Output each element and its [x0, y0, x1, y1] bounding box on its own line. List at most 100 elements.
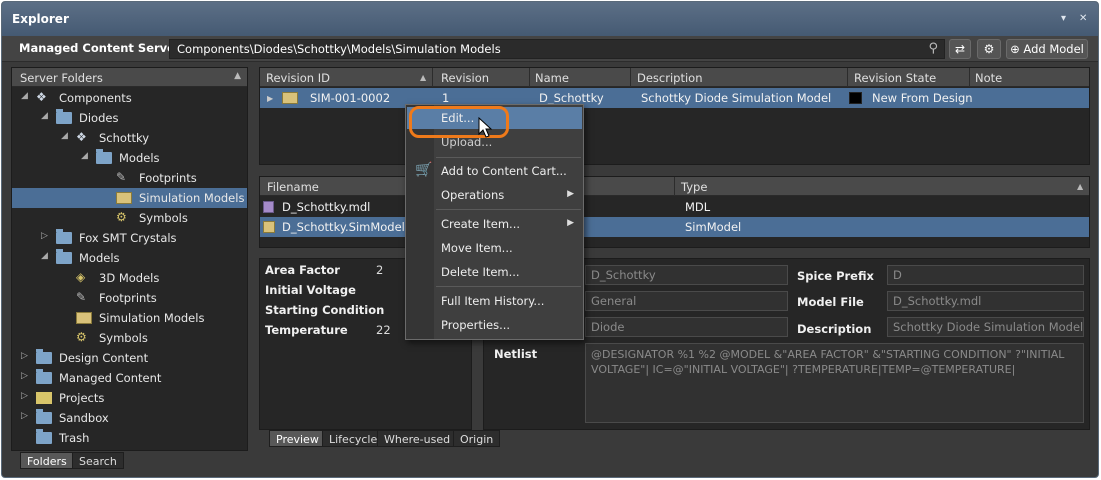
model-kind-field[interactable]: General	[585, 291, 788, 311]
tree-item-trash[interactable]: Trash	[12, 428, 247, 448]
model-name-field[interactable]: D_Schottky	[585, 265, 788, 285]
file-row[interactable]: D_Schottky.SimModel SimModel	[260, 217, 1089, 237]
description-value: Schottky Diode Simulation Model	[893, 320, 1084, 334]
tree-item-simulation-models-2[interactable]: Simulation Models	[12, 308, 247, 328]
sort-up-icon[interactable]: ▲	[1077, 182, 1083, 191]
tree-item-fox-smt-crystals[interactable]: ▷ Fox SMT Crystals	[12, 228, 247, 248]
tree-item-sandbox[interactable]: ▷ Sandbox	[12, 408, 247, 428]
component-icon: ❖	[76, 130, 87, 144]
tree-label: Models	[119, 151, 160, 165]
description-field[interactable]: Schottky Diode Simulation Model	[887, 317, 1084, 337]
col-revision[interactable]: Revision	[441, 71, 489, 85]
tree-item-footprints-2[interactable]: ✎ Footprints	[12, 288, 247, 308]
symbol-icon: ⚙	[76, 330, 87, 344]
col-filename[interactable]: Filename	[267, 180, 319, 194]
tree-label: Simulation Models	[139, 191, 245, 205]
model-file-value: D_Schottky.mdl	[893, 294, 982, 308]
tree-item-symbols[interactable]: ⚙ Symbols	[12, 208, 247, 228]
server-folders-panel: Server Folders ▲ ◢ ❖ Components ◢ Diodes…	[11, 67, 248, 451]
collapse-icon[interactable]: ◢	[81, 151, 88, 161]
menu-item-properties[interactable]: Properties...	[407, 314, 582, 336]
expand-icon[interactable]: ▷	[21, 411, 28, 421]
folder-icon	[36, 429, 52, 444]
refresh-button[interactable]: ⇄	[949, 39, 971, 59]
close-icon[interactable]: ✕	[1079, 13, 1087, 24]
settings-button[interactable]: ⚙	[977, 39, 1001, 59]
expand-icon[interactable]: ▷	[41, 231, 48, 241]
col-description[interactable]: Description	[637, 71, 703, 85]
menu-item-operations[interactable]: Operations ▶	[407, 184, 582, 206]
expand-icon[interactable]: ▷	[21, 351, 28, 361]
tab-search[interactable]: Search	[72, 452, 124, 469]
add-model-button[interactable]: ⊕ Add Model	[1006, 39, 1088, 59]
tab-preview[interactable]: Preview	[269, 430, 326, 447]
spice-prefix-field[interactable]: D	[887, 265, 1084, 285]
tree-item-simulation-models[interactable]: Simulation Models	[12, 188, 247, 208]
projects-icon	[36, 392, 52, 404]
revisions-grid: Revision ID ▲ Revision Name Description …	[259, 67, 1090, 165]
collapse-icon[interactable]: ◢	[41, 251, 48, 261]
collapse-icon[interactable]: ◢	[41, 111, 48, 121]
file-row[interactable]: D_Schottky.mdl MDL	[260, 197, 1089, 217]
tree-item-symbols-2[interactable]: ⚙ Symbols	[12, 328, 247, 348]
pin-icon[interactable]: ▾	[1061, 13, 1066, 24]
tree-item-managed-content[interactable]: ▷ Managed Content	[12, 368, 247, 388]
context-menu: Edit... Upload... 🛒 Add to Content Cart.…	[405, 104, 584, 340]
col-name[interactable]: Name	[535, 71, 569, 85]
revision-cell: 1	[442, 91, 450, 105]
tree-item-design-content[interactable]: ▷ Design Content	[12, 348, 247, 368]
col-note[interactable]: Note	[975, 71, 1002, 85]
model-type-field[interactable]: Diode	[585, 317, 788, 337]
param-label: Starting Condition	[265, 303, 385, 317]
name-cell: D_Schottky	[539, 91, 604, 105]
menu-item-label: Add to Content Cart...	[441, 164, 567, 178]
menu-item-create-item[interactable]: Create Item... ▶	[407, 213, 582, 235]
explorer-window: Explorer ▾ ✕ Managed Content Server ▾ Co…	[1, 1, 1099, 478]
folder-icon	[56, 249, 72, 264]
menu-item-delete-item[interactable]: Delete Item...	[407, 261, 582, 283]
collapse-icon[interactable]: ◢	[21, 91, 28, 101]
folder-icon	[36, 409, 52, 424]
tree-item-components[interactable]: ◢ ❖ Components	[12, 88, 247, 108]
tab-origin[interactable]: Origin	[453, 430, 501, 447]
tab-where-used[interactable]: Where-used	[377, 430, 458, 447]
tree-label: Simulation Models	[99, 311, 205, 325]
expand-icon[interactable]: ▶	[267, 94, 273, 103]
path-field[interactable]: Components\Diodes\Schottky\Models\Simula…	[169, 39, 945, 59]
sort-up-icon[interactable]: ▲	[234, 71, 241, 81]
tree-item-schottky[interactable]: ◢ ❖ Schottky	[12, 128, 247, 148]
menu-item-move-item[interactable]: Move Item...	[407, 237, 582, 259]
refresh-icon: ⇄	[954, 42, 966, 56]
tree-item-models-2[interactable]: ◢ Models	[12, 248, 247, 268]
state-color-swatch	[849, 92, 862, 104]
col-revision-state[interactable]: Revision State	[854, 71, 936, 85]
folder-icon	[96, 149, 112, 164]
collapse-icon[interactable]: ◢	[61, 131, 68, 141]
server-dropdown[interactable]: Managed Content Server ▾	[19, 41, 190, 55]
tree-item-footprints[interactable]: ✎ Footprints	[12, 168, 247, 188]
3d-model-icon: ◈	[76, 270, 86, 284]
model-file-field[interactable]: D_Schottky.mdl	[887, 291, 1084, 311]
spice-prefix-label: Spice Prefix	[797, 269, 874, 283]
search-icon[interactable]: ⚲	[928, 41, 938, 56]
sort-up-icon[interactable]: ▲	[420, 73, 426, 82]
netlist-field[interactable]: @DESIGNATOR %1 %2 @MODEL &"AREA FACTOR" …	[585, 343, 1084, 423]
tree-label: Design Content	[59, 351, 149, 365]
revision-row[interactable]: ▶ SIM-001-0002 1 D_Schottky Schottky Dio…	[260, 88, 1089, 108]
tree-item-projects[interactable]: ▷ Projects	[12, 388, 247, 408]
tree-item-3d-models[interactable]: ◈ 3D Models	[12, 268, 247, 288]
expand-icon[interactable]: ▷	[21, 391, 28, 401]
tab-lifecycle[interactable]: Lifecycle	[322, 430, 385, 447]
menu-item-full-item-history[interactable]: Full Item History...	[407, 290, 582, 312]
menu-item-add-to-cart[interactable]: 🛒 Add to Content Cart...	[407, 160, 582, 182]
folder-icon	[36, 349, 52, 364]
col-type[interactable]: Type	[681, 180, 707, 194]
expand-icon[interactable]: ▷	[21, 371, 28, 381]
menu-item-label: Properties...	[441, 318, 511, 332]
tree-item-diodes[interactable]: ◢ Diodes	[12, 108, 247, 128]
footprint-icon: ✎	[116, 170, 127, 184]
tree-item-models[interactable]: ◢ Models	[12, 148, 247, 168]
col-revision-id[interactable]: Revision ID	[266, 71, 330, 85]
model-file-label: Model File	[797, 295, 864, 309]
tab-folders[interactable]: Folders	[20, 452, 74, 469]
